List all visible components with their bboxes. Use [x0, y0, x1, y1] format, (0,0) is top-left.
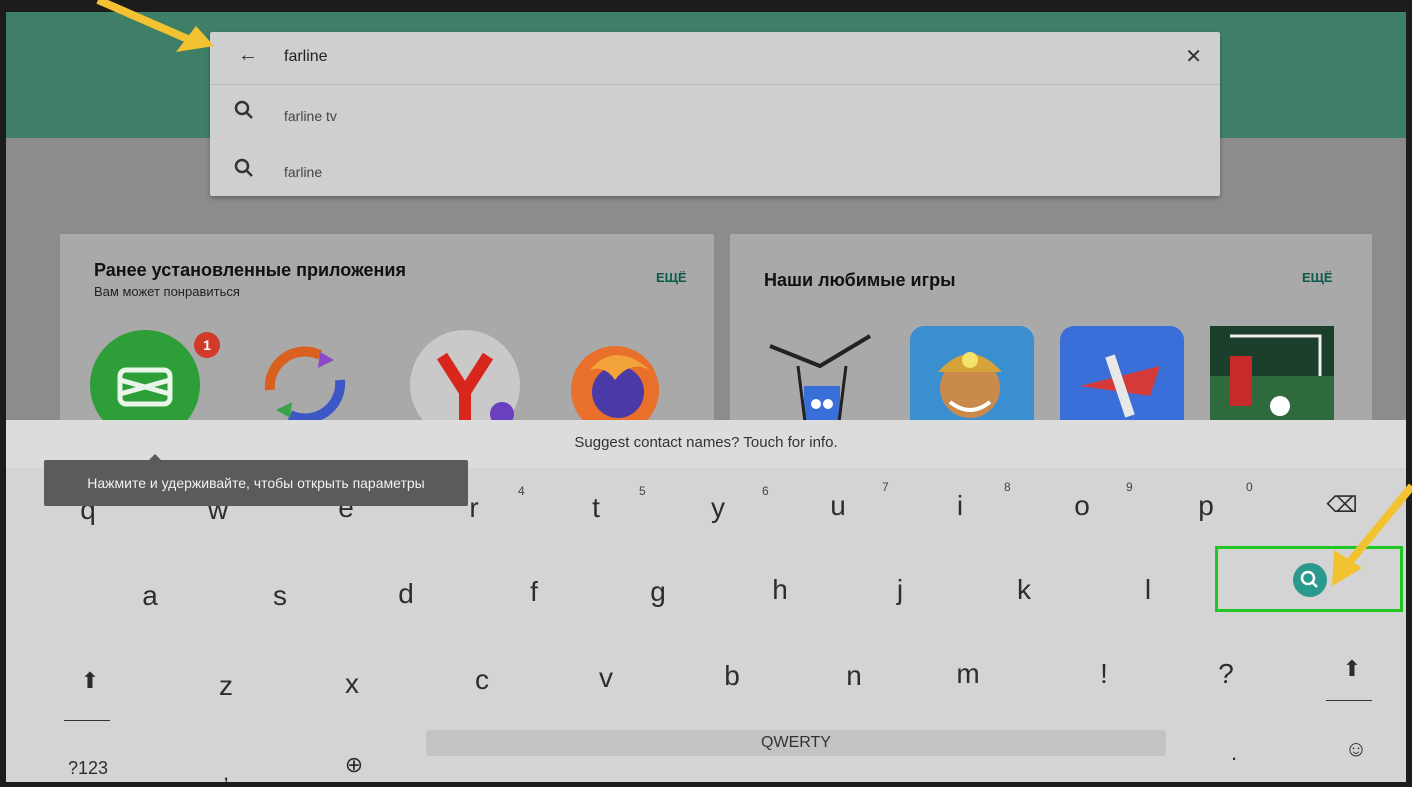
annotation-arrow-icon [96, 0, 1412, 586]
